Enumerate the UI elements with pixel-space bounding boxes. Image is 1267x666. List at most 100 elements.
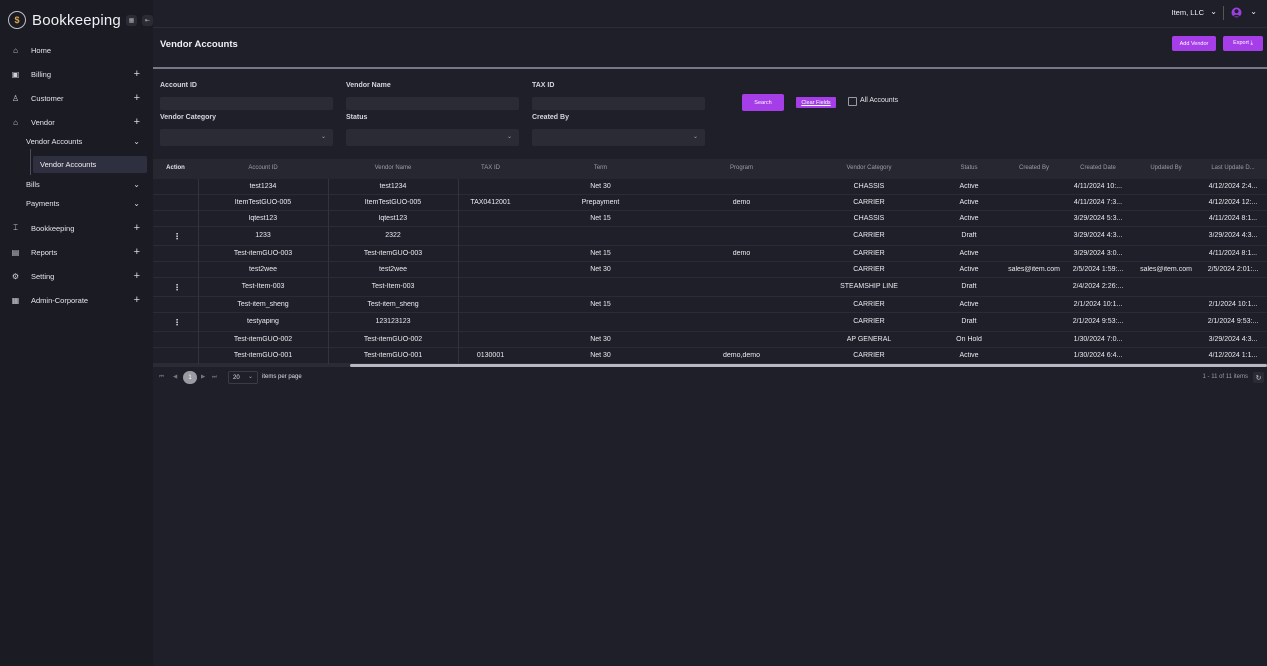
cell-status: Draft: [961, 318, 977, 325]
chevron-down-icon[interactable]: ⌄: [133, 137, 140, 146]
table-row[interactable]: ItemTestGUO-005 ItemTestGUO-005 TAX0412001…: [153, 195, 1267, 211]
table-row[interactable]: Test-itemGUO-001 Test-itemGUO-001 0130001 N…: [153, 348, 1267, 364]
table-row[interactable]: ⋮ testyaping 123123123 CARRIER Draft 2/1/2024…: [153, 313, 1267, 332]
column-header-tax-id[interactable]: TAX ID: [458, 165, 523, 171]
column-header-status[interactable]: Status: [933, 165, 1005, 171]
account-id-label: Account ID: [160, 82, 197, 89]
sidebar-item-7[interactable]: ⌶ Bookkeeping +: [0, 218, 153, 238]
sidebar-item-5[interactable]: Bills ⌄: [0, 174, 153, 194]
cell-status: Active: [959, 352, 979, 359]
table-row[interactable]: lqtest123 lqtest123 Net 15 CHASSIS Active 3/2…: [153, 211, 1267, 227]
cell-term: Net 30: [590, 336, 611, 343]
more-actions-icon[interactable]: ⋮: [173, 232, 181, 241]
cell-vendor-name: Test-itemGUO-001: [363, 352, 423, 359]
plus-icon[interactable]: +: [134, 246, 140, 258]
cell-vendor-category: AP GENERAL: [846, 336, 892, 343]
first-page-icon[interactable]: ⏮: [159, 374, 164, 381]
gear-icon: ⚙: [11, 271, 20, 281]
column-header-last-update[interactable]: Last Update D...: [1199, 165, 1267, 171]
grid-view-icon[interactable]: ▦: [125, 14, 137, 26]
cell-vendor-name: 2322: [385, 232, 401, 239]
all-accounts-checkbox[interactable]: [848, 97, 857, 106]
column-header-account-id[interactable]: Account ID: [198, 165, 328, 171]
plus-icon[interactable]: +: [134, 270, 140, 282]
column-header-updated-by[interactable]: Updated By: [1133, 165, 1199, 171]
table-row[interactable]: test1234 test1234 Net 30 CHASSIS Active 4/11/…: [153, 179, 1267, 195]
more-actions-icon[interactable]: ⋮: [173, 283, 181, 292]
table-row[interactable]: ⋮ Test-Item-003 Test-Item-003 STEAMSHIP LIN…: [153, 278, 1267, 297]
account-id-input[interactable]: [160, 97, 333, 110]
table-row[interactable]: Test-item_sheng Test-item_sheng Net 15 CARR…: [153, 297, 1267, 313]
column-header-action[interactable]: Action: [153, 165, 198, 171]
sidebar-item-2[interactable]: ♙ Customer +: [0, 88, 153, 108]
table-row[interactable]: Test-itemGUO-002 Test-itemGUO-002 Net 30 AP…: [153, 332, 1267, 348]
table-row[interactable]: Test-itemGUO-003 Test-itemGUO-003 Net 15 de…: [153, 246, 1267, 262]
app-title: Bookkeeping: [32, 11, 121, 29]
cell-account-id: testyaping: [247, 318, 279, 325]
table-row[interactable]: ⋮ 1233 2322 CARRIER Draft 3/29/2024 4:3... 3/2…: [153, 227, 1267, 246]
sidebar-item-8[interactable]: ▤ Reports +: [0, 242, 153, 262]
cell-last-update: 2/1/2024 10:1...: [1208, 301, 1258, 308]
vendor-name-input[interactable]: [346, 97, 519, 110]
sidebar-item-0[interactable]: ⌂ Home: [0, 40, 153, 60]
horizontal-scrollbar-thumb[interactable]: [350, 364, 1267, 367]
plus-icon[interactable]: +: [134, 92, 140, 104]
refresh-icon[interactable]: ↻: [1253, 372, 1264, 383]
status-label: Status: [346, 114, 368, 121]
sidebar-item-label: Bookkeeping: [31, 223, 75, 233]
tax-id-input[interactable]: [532, 97, 705, 110]
created-by-select[interactable]: ⌄: [532, 129, 705, 146]
bank-icon: ⌶: [13, 223, 18, 232]
table-row[interactable]: test2wee test2wee Net 30 CARRIER Active sales…: [153, 262, 1267, 278]
sidebar-item-vendor-accounts-active[interactable]: Vendor Accounts: [33, 156, 147, 173]
cell-created-date: 1/30/2024 7:0...: [1073, 336, 1123, 343]
prev-page-icon[interactable]: ◀: [173, 374, 177, 380]
cell-vendor-name: lqtest123: [378, 215, 408, 222]
sidebar-item-10[interactable]: ▦ Admin-Corporate +: [0, 290, 153, 310]
chevron-down-icon[interactable]: ⌄: [1210, 7, 1217, 16]
plus-icon[interactable]: +: [134, 116, 140, 128]
column-header-created-by[interactable]: Created By: [1005, 165, 1063, 171]
sidebar-item-label: Vendor: [31, 117, 55, 127]
vendor-category-select[interactable]: ⌄: [160, 129, 333, 146]
cell-created-date: 3/29/2024 5:3...: [1073, 215, 1123, 222]
search-button[interactable]: Search: [742, 94, 784, 111]
add-vendor-button[interactable]: Add Vendor: [1172, 36, 1216, 51]
chevron-down-icon[interactable]: ⌄: [133, 199, 140, 208]
chevron-down-icon[interactable]: ⌄: [133, 180, 140, 189]
plus-icon[interactable]: +: [134, 222, 140, 234]
sidebar-item-6[interactable]: Payments ⌄: [0, 193, 153, 213]
page-size-select[interactable]: 20 ⌄: [228, 371, 258, 384]
sidebar-item-4[interactable]: Vendor Accounts ⌄: [0, 131, 153, 151]
status-select[interactable]: ⌄: [346, 129, 519, 146]
column-header-vendor-category[interactable]: Vendor Category: [805, 165, 933, 171]
column-header-program[interactable]: Program: [678, 165, 805, 171]
chevron-down-icon: ⌄: [247, 374, 253, 380]
plus-icon[interactable]: +: [134, 68, 140, 80]
sidebar-item-3[interactable]: ⌂ Vendor +: [0, 112, 153, 132]
last-page-icon[interactable]: ⏭: [212, 374, 217, 381]
plus-icon[interactable]: +: [134, 294, 140, 306]
sidebar-item-9[interactable]: ⚙ Setting +: [0, 266, 153, 286]
cell-status: Active: [959, 215, 979, 222]
cell-account-id: Test-item_sheng: [237, 301, 289, 308]
column-header-term[interactable]: Term: [523, 165, 678, 171]
export-button[interactable]: Export ⤓: [1223, 36, 1263, 51]
company-selector[interactable]: Item, LLC: [1171, 8, 1204, 17]
chevron-down-icon[interactable]: ⌄: [1250, 7, 1257, 16]
submenu-guide-line: [30, 149, 31, 175]
sidebar-item-1[interactable]: ▣ Billing +: [0, 64, 153, 84]
clear-fields-button[interactable]: Clear Fields: [796, 97, 836, 108]
cell-term: Net 15: [590, 301, 611, 308]
collapse-sidebar-icon[interactable]: ⇤: [141, 14, 153, 26]
avatar-icon[interactable]: [1230, 7, 1243, 18]
report-icon: ▤: [11, 247, 20, 257]
next-page-icon[interactable]: ▶: [201, 374, 205, 380]
column-header-vendor-name[interactable]: Vendor Name: [328, 165, 458, 171]
column-header-created-date[interactable]: Created Date: [1063, 165, 1133, 171]
page-number-current[interactable]: 1: [183, 371, 197, 384]
cell-status: Active: [959, 250, 979, 257]
column-divider: [458, 179, 459, 195]
sidebar-item-label: Payments: [26, 198, 60, 208]
more-actions-icon[interactable]: ⋮: [173, 318, 181, 327]
